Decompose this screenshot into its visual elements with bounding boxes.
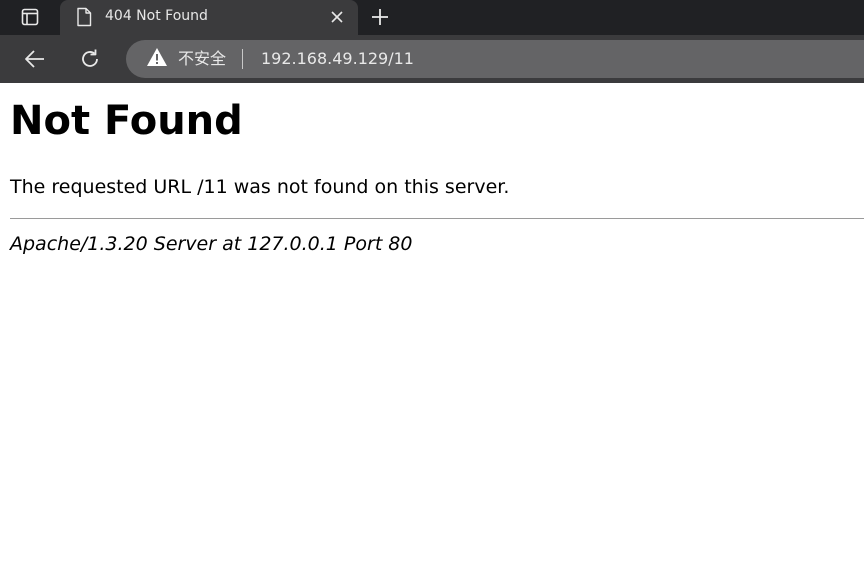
- error-message: The requested URL /11 was not found on t…: [10, 176, 510, 198]
- tab-strip: 404 Not Found: [0, 0, 864, 35]
- address-divider: [242, 49, 243, 69]
- warning-triangle-icon: [146, 47, 168, 71]
- close-icon[interactable]: [328, 8, 346, 26]
- page-document-icon: [76, 7, 92, 27]
- security-indicator[interactable]: 不安全: [146, 47, 227, 71]
- security-label: 不安全: [178, 49, 227, 68]
- browser-tab-active[interactable]: 404 Not Found: [60, 0, 358, 35]
- url-text[interactable]: 192.168.49.129/11: [261, 49, 414, 69]
- arrow-left-icon[interactable]: [19, 43, 51, 75]
- horizontal-rule: [10, 218, 864, 219]
- reload-icon[interactable]: [74, 43, 106, 75]
- address-bar[interactable]: 不安全 192.168.49.129/11: [126, 40, 864, 78]
- tab-title: 404 Not Found: [105, 8, 208, 24]
- browser-toolbar: 不安全 192.168.49.129/11: [0, 35, 864, 83]
- page-content: Not Found The requested URL /11 was not …: [0, 83, 864, 562]
- server-signature: Apache/1.3.20 Server at 127.0.0.1 Port 8…: [10, 233, 413, 255]
- tab-actions-icon[interactable]: [12, 5, 48, 29]
- page-title: Not Found: [10, 98, 243, 144]
- plus-icon[interactable]: [366, 3, 394, 31]
